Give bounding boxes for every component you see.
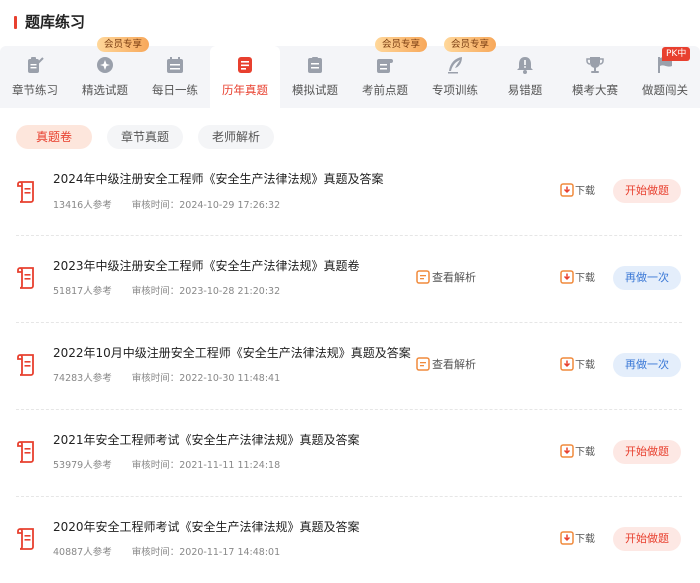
exam-paper-icon	[17, 181, 34, 203]
tab-label: 模拟试题	[292, 83, 338, 97]
participant-count: 51817人参考	[53, 286, 112, 297]
tab-label: 模考大赛	[572, 83, 618, 97]
tab-label: 章节练习	[12, 83, 58, 97]
tab-past-exams[interactable]: 历年真题	[210, 46, 280, 108]
title-accent-bar	[14, 16, 17, 29]
tab-daily-practice[interactable]: 每日一练	[140, 46, 210, 108]
download-label: 下载	[575, 534, 595, 545]
download-label: 下载	[575, 273, 595, 284]
download-button[interactable]: 下载	[560, 270, 595, 286]
participant-count: 74283人参考	[53, 373, 112, 384]
download-icon	[560, 444, 574, 458]
exam-meta: 51817人参考 审核时间：2023-10-28 21:20:32	[53, 285, 280, 299]
review-time: 审核时间：2023-10-28 21:20:32	[131, 286, 281, 297]
page-title: 题库练习	[25, 13, 86, 31]
start-practice-button[interactable]: 开始做题	[613, 440, 681, 464]
filter-exam-paper[interactable]: 真题卷	[16, 125, 92, 149]
tab-pre-exam-tips[interactable]: 考前点题	[350, 46, 420, 108]
download-label: 下载	[575, 186, 595, 197]
vip-badge: 会员专享	[444, 37, 497, 52]
download-button[interactable]: 下载	[560, 444, 595, 460]
exam-meta: 40887人参考 审核时间：2020-11-17 14:48:01	[53, 546, 280, 560]
redo-practice-button[interactable]: 再做一次	[613, 266, 681, 290]
special-training-icon	[448, 57, 462, 74]
tab-label: 做题闯关	[642, 83, 688, 97]
exam-paper-icon	[17, 354, 34, 376]
analysis-icon	[416, 270, 430, 284]
daily-practice-icon	[167, 57, 183, 73]
exam-paper-icon	[17, 267, 34, 289]
tab-label: 精选试题	[82, 83, 128, 97]
filter-chapter-exam[interactable]: 章节真题	[107, 125, 183, 149]
exam-paper-icon	[17, 528, 34, 550]
participant-count: 13416人参考	[53, 200, 112, 211]
tab-mock-contest[interactable]: 模考大赛	[560, 46, 630, 108]
tab-label: 历年真题	[222, 83, 268, 97]
filter-teacher-analysis[interactable]: 老师解析	[198, 125, 274, 149]
download-label: 下载	[575, 447, 595, 458]
exam-list-item[interactable]: 2023年中级注册安全工程师《安全生产法律法规》真题卷 51817人参考 审核时间…	[0, 236, 700, 322]
exam-title[interactable]: 2021年安全工程师考试《安全生产法律法规》真题及答案	[53, 432, 360, 448]
exam-title[interactable]: 2024年中级注册安全工程师《安全生产法律法规》真题及答案	[53, 171, 384, 187]
tab-error-prone[interactable]: 易错题	[490, 46, 560, 108]
review-time: 审核时间：2022-10-30 11:48:41	[131, 373, 281, 384]
start-practice-button[interactable]: 开始做题	[613, 527, 681, 551]
exam-meta: 53979人参考 审核时间：2021-11-11 11:24:18	[53, 459, 280, 473]
download-label: 下载	[575, 360, 595, 371]
exam-title[interactable]: 2020年安全工程师考试《安全生产法律法规》真题及答案	[53, 519, 360, 535]
review-time: 审核时间：2024-10-29 17:26:32	[131, 200, 281, 211]
view-analysis-button[interactable]: 查看解析	[416, 270, 476, 286]
review-time: 审核时间：2021-11-11 11:24:18	[131, 460, 281, 471]
exam-title[interactable]: 2022年10月中级注册安全工程师《安全生产法律法规》真题及答案	[53, 345, 411, 361]
redo-practice-button[interactable]: 再做一次	[613, 353, 681, 377]
exam-list-item[interactable]: 2022年10月中级注册安全工程师《安全生产法律法规》真题及答案 74283人参…	[0, 323, 700, 409]
tab-label: 专项训练	[432, 83, 478, 97]
mock-exam-icon	[308, 57, 322, 73]
download-icon	[560, 357, 574, 371]
past-exams-icon	[238, 57, 252, 73]
exam-meta: 13416人参考 审核时间：2024-10-29 17:26:32	[53, 199, 280, 213]
exam-title[interactable]: 2023年中级注册安全工程师《安全生产法律法规》真题卷	[53, 258, 360, 274]
participant-count: 53979人参考	[53, 460, 112, 471]
tab-featured-questions[interactable]: 精选试题	[70, 46, 140, 108]
download-icon	[560, 270, 574, 284]
tab-label: 易错题	[507, 83, 543, 97]
exam-paper-icon	[17, 441, 34, 463]
download-button[interactable]: 下载	[560, 183, 595, 199]
view-analysis-button[interactable]: 查看解析	[416, 357, 476, 373]
participant-count: 40887人参考	[53, 547, 112, 558]
exam-list-item[interactable]: 2024年中级注册安全工程师《安全生产法律法规》真题及答案 13416人参考 审核…	[0, 157, 700, 243]
start-practice-button[interactable]: 开始做题	[613, 179, 681, 203]
exam-meta: 74283人参考 审核时间：2022-10-30 11:48:41	[53, 372, 280, 386]
trophy-icon	[586, 57, 604, 73]
analysis-label: 查看解析	[432, 271, 476, 284]
review-time: 审核时间：2020-11-17 14:48:01	[131, 547, 281, 558]
error-prone-icon	[517, 57, 533, 74]
download-icon	[560, 531, 574, 545]
download-button[interactable]: 下载	[560, 357, 595, 373]
exam-list-item[interactable]: 2021年安全工程师考试《安全生产法律法规》真题及答案 53979人参考 审核时间…	[0, 410, 700, 496]
featured-questions-icon	[97, 57, 113, 73]
pk-badge: PK中	[662, 47, 691, 61]
analysis-label: 查看解析	[432, 358, 476, 371]
download-button[interactable]: 下载	[560, 531, 595, 547]
tab-mock-exam[interactable]: 模拟试题	[280, 46, 350, 108]
analysis-icon	[416, 357, 430, 371]
pre-exam-tips-icon	[377, 59, 393, 73]
vip-badge: 会员专享	[97, 37, 150, 52]
exam-list-item[interactable]: 2020年安全工程师考试《安全生产法律法规》真题及答案 40887人参考 审核时间…	[0, 497, 700, 583]
tab-special-training[interactable]: 专项训练	[420, 46, 490, 108]
tab-label: 每日一练	[152, 83, 198, 97]
tab-chapter-practice[interactable]: 章节练习	[0, 46, 70, 108]
chapter-practice-icon	[28, 57, 44, 73]
vip-badge: 会员专享	[375, 37, 428, 52]
download-icon	[560, 183, 574, 197]
tab-label: 考前点题	[362, 83, 408, 97]
